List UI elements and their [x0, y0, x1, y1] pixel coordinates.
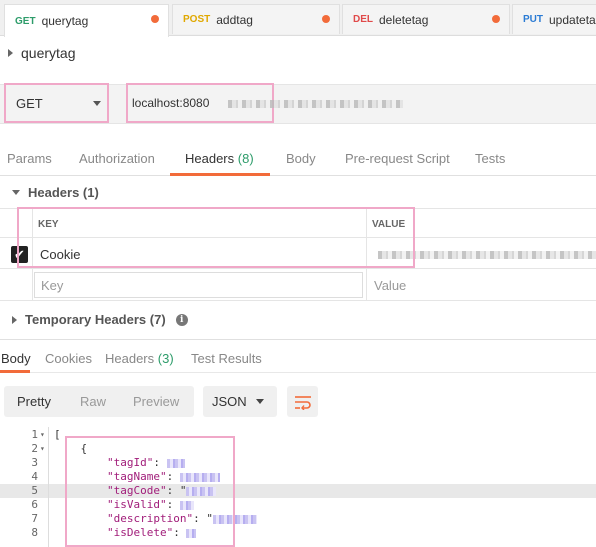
temporary-headers-toggle[interactable]: Temporary Headers (7) i [12, 312, 188, 327]
tab-headers[interactable]: Headers (8) [185, 151, 254, 166]
tab-addtag[interactable]: POST addtag [172, 4, 340, 34]
tab-label: querytag [41, 14, 89, 28]
tab-body[interactable]: Body [286, 151, 316, 166]
tab-authorization[interactable]: Authorization [79, 151, 155, 166]
raw-button[interactable]: Raw [80, 394, 106, 409]
key-placeholder: Key [41, 277, 64, 293]
active-tab-underline [170, 173, 270, 176]
request-tab-bar: GET querytag POST addtag DEL deletetag P… [0, 0, 596, 37]
tab-updatetag[interactable]: PUT updatetag [512, 4, 596, 34]
collapse-caret-icon [8, 49, 13, 57]
url-text: localhost:8080 [132, 96, 210, 110]
unsaved-dot-icon [322, 15, 330, 23]
chevron-down-icon [256, 399, 264, 404]
format-select[interactable]: JSON [203, 386, 277, 417]
chevron-down-icon [93, 101, 101, 106]
unsaved-dot-icon [492, 15, 500, 23]
tab-tests[interactable]: Tests [475, 151, 505, 166]
request-title[interactable]: querytag [8, 45, 75, 61]
code-gutter-divider [48, 427, 49, 547]
highlight-box [17, 207, 415, 268]
request-subtabs: Params Authorization Headers (8) Body Pr… [0, 140, 596, 176]
tab-params[interactable]: Params [7, 151, 52, 166]
tab-method: GET [15, 15, 36, 27]
request-name: querytag [21, 45, 76, 61]
tab-response-body[interactable]: Body [1, 351, 31, 366]
preview-button[interactable]: Preview [133, 394, 179, 409]
tab-pre-request-script[interactable]: Pre-request Script [345, 151, 450, 166]
new-header-value-input[interactable]: Value [374, 278, 406, 293]
tab-querytag[interactable]: GET querytag [4, 4, 169, 37]
tab-method: PUT [523, 14, 543, 25]
redacted-url [228, 100, 403, 108]
divider [0, 300, 596, 301]
tab-label: deletetag [379, 12, 429, 27]
headers-section-title: Headers (1) [28, 185, 99, 200]
highlight-box [65, 436, 235, 547]
tab-method: POST [183, 14, 211, 25]
headers-section-toggle[interactable]: Headers (1) [12, 185, 99, 200]
tab-response-headers[interactable]: Headers (3) [105, 351, 174, 366]
format-value: JSON [212, 394, 247, 409]
wrap-lines-button[interactable] [287, 386, 318, 417]
active-tab-underline [0, 370, 30, 373]
wrap-lines-icon [294, 395, 311, 410]
tab-label: addtag [216, 12, 253, 27]
info-icon[interactable]: i [175, 313, 188, 326]
divider [0, 268, 596, 269]
tab-test-results[interactable]: Test Results [191, 351, 262, 366]
method-select[interactable]: GET [4, 83, 109, 123]
temporary-headers-title: Temporary Headers (7) [25, 312, 166, 327]
method-value: GET [16, 95, 43, 111]
expand-caret-icon [12, 190, 20, 195]
pretty-button[interactable]: Pretty [17, 394, 51, 409]
new-header-key-input[interactable]: Key [34, 272, 363, 298]
tab-method: DEL [353, 14, 373, 25]
tab-label: updatetag [549, 12, 596, 27]
response-tabs: Body Cookies Headers (3) Test Results [0, 339, 596, 373]
unsaved-dot-icon [151, 15, 159, 23]
tab-deletetag[interactable]: DEL deletetag [342, 4, 510, 34]
tab-response-cookies[interactable]: Cookies [45, 351, 92, 366]
collapse-caret-icon [12, 315, 17, 324]
